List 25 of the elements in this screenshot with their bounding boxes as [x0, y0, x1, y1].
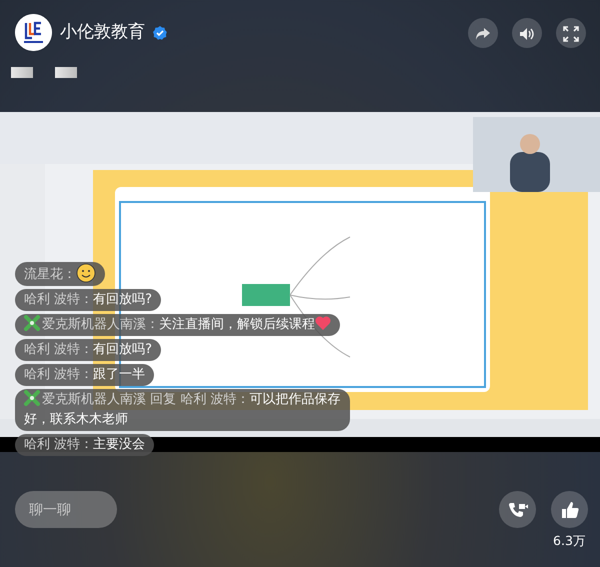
chat-message: 哈利 波特：主要没会	[15, 434, 154, 456]
thumbs-up-icon	[560, 501, 578, 520]
fullscreen-icon	[563, 26, 579, 42]
volume-button[interactable]	[512, 18, 542, 48]
like-button[interactable]	[551, 491, 588, 528]
chat-message: 流星花：	[15, 262, 105, 286]
chat-message: 哈利 波特：跟了一半	[15, 364, 154, 386]
share-icon	[475, 26, 491, 41]
channel-name: 小伦敦教育	[60, 20, 145, 44]
chat-message: 哈利 波特：有回放吗?	[15, 289, 162, 311]
like-count: 6.3万	[553, 532, 586, 550]
chat-message: 哈利 波特：有回放吗?	[15, 339, 162, 361]
volume-icon	[519, 26, 535, 41]
heart-icon	[315, 316, 331, 331]
smiley-icon	[76, 263, 96, 283]
share-button[interactable]	[468, 18, 498, 48]
chat-input[interactable]: 聊一聊	[15, 491, 117, 528]
blurred-block	[55, 67, 77, 78]
chat-message: 爱克斯机器人南溪 回复 哈利 波特：可以把作品保存好，联系木木老师	[15, 389, 350, 431]
fullscreen-button[interactable]	[556, 18, 586, 48]
logo-icon	[15, 14, 52, 51]
video-call-icon	[508, 501, 528, 520]
chat-message: 爱克斯机器人南溪：关注直播间，解锁后续课程	[15, 314, 340, 336]
call-button[interactable]	[499, 491, 536, 528]
blurred-block	[11, 67, 33, 78]
